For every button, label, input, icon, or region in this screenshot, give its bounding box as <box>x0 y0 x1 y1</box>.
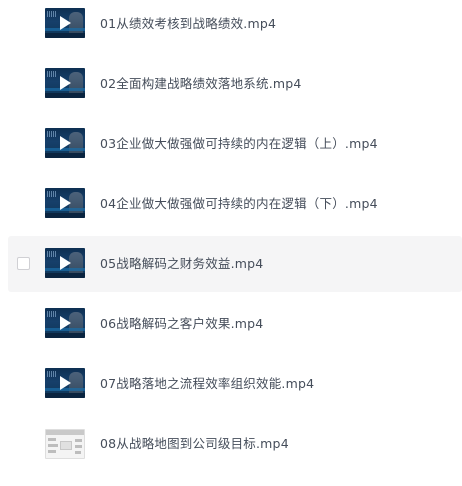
file-row[interactable]: 07战略落地之流程效率组织效能.mp4 <box>8 356 462 412</box>
video-thumbnail-icon <box>45 128 85 158</box>
file-list: 01从绩效考核到战略绩效.mp4 02全面构建战略绩效落地系统.mp4 03企业… <box>0 0 462 486</box>
file-name[interactable]: 08从战略地图到公司级目标.mp4 <box>100 416 289 472</box>
file-row[interactable]: 04企业做大做强做可持续的内在逻辑（下）.mp4 <box>8 176 462 232</box>
video-thumbnail-icon <box>45 68 85 98</box>
file-row[interactable]: 02全面构建战略绩效落地系统.mp4 <box>8 56 462 112</box>
file-name[interactable]: 05战略解码之财务效益.mp4 <box>100 236 263 292</box>
file-row[interactable]: 01从绩效考核到战略绩效.mp4 <box>8 0 462 52</box>
video-thumbnail-icon <box>45 368 85 398</box>
file-row[interactable]: 03企业做大做强做可持续的内在逻辑（上）.mp4 <box>8 116 462 172</box>
document-thumbnail-icon <box>45 429 85 459</box>
video-thumbnail-icon <box>45 188 85 218</box>
row-checkbox[interactable] <box>17 257 30 270</box>
file-name[interactable]: 02全面构建战略绩效落地系统.mp4 <box>100 56 302 112</box>
file-name[interactable]: 01从绩效考核到战略绩效.mp4 <box>100 0 276 52</box>
video-thumbnail-icon <box>45 308 85 338</box>
file-row[interactable]: 08从战略地图到公司级目标.mp4 <box>8 416 462 472</box>
file-row-hovered[interactable]: 05战略解码之财务效益.mp4 <box>8 236 462 292</box>
file-name[interactable]: 03企业做大做强做可持续的内在逻辑（上）.mp4 <box>100 116 378 172</box>
video-thumbnail-icon <box>45 248 85 278</box>
file-name[interactable]: 06战略解码之客户效果.mp4 <box>100 296 263 352</box>
video-thumbnail-icon <box>45 8 85 38</box>
file-name[interactable]: 07战略落地之流程效率组织效能.mp4 <box>100 356 314 412</box>
file-row[interactable]: 06战略解码之客户效果.mp4 <box>8 296 462 352</box>
file-name[interactable]: 04企业做大做强做可持续的内在逻辑（下）.mp4 <box>100 176 378 232</box>
